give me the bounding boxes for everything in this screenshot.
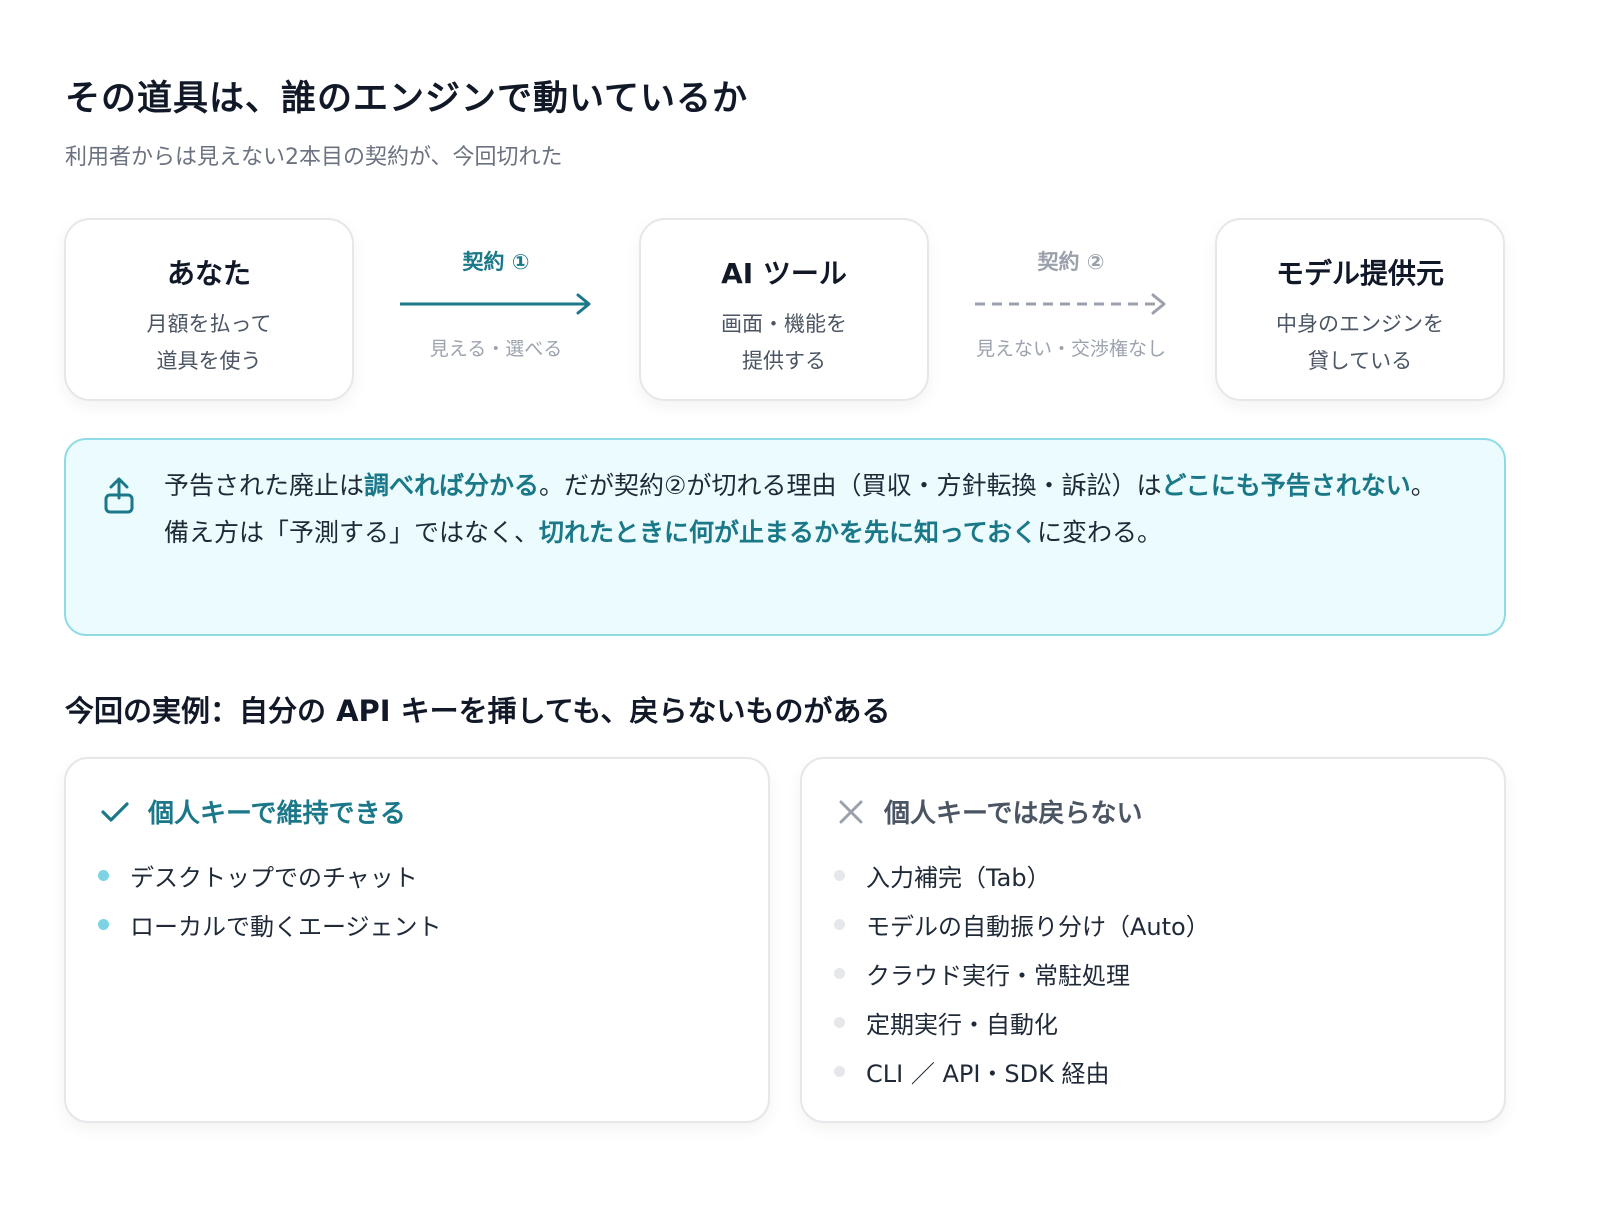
node-desc-line: 中身のエンジンを: [1276, 312, 1444, 336]
list-item: モデルの自動振り分け（Auto）: [834, 900, 1210, 949]
card-title: 個人キーでは戻らない: [884, 799, 1143, 829]
callout-highlight: どこにも予告されない: [1161, 471, 1411, 500]
page-subtitle: 利用者からは見えない2本目の契約が、今回切れた: [65, 145, 563, 170]
bullet-dot: [98, 870, 109, 881]
bullet-dot: [834, 1066, 845, 1077]
node-desc: 月額を払って 道具を使う: [66, 306, 352, 380]
edge-note: 見える・選べる: [429, 338, 563, 360]
node-desc-line: 画面・機能を: [721, 312, 847, 336]
callout-text: 予告された廃止は調べれば分かる。だが契約②が切れる理由（買収・方針転換・訴訟）は…: [164, 462, 1474, 556]
card-not-restored: 個人キーでは戻らない 入力補完（Tab） モデルの自動振り分け（Auto） クラ…: [800, 757, 1506, 1123]
list-item-label: ローカルで動くエージェント: [130, 913, 442, 941]
node-desc-line: 貸している: [1307, 349, 1413, 373]
list-item-label: モデルの自動振り分け（Auto）: [866, 913, 1210, 941]
callout-paragraph-2: 備え方は「予測する」ではなく、切れたときに何が止まるかを先に知っておくに変わる。: [164, 509, 1474, 556]
cross-icon: [839, 800, 863, 823]
list-item-label: 入力補完（Tab）: [866, 864, 1051, 892]
node-desc: 画面・機能を 提供する: [641, 306, 927, 380]
card-title: 個人キーで維持できる: [148, 799, 406, 829]
edge-label: 契約 ②: [1037, 250, 1105, 274]
node-desc-line: 道具を使う: [156, 349, 262, 373]
list-item: デスクトップでのチャット: [98, 851, 442, 900]
list-item: 入力補完（Tab）: [834, 851, 1210, 900]
callout-text-run: 。だが契約②が切れる理由（買収・方針転換・訴訟）は: [539, 471, 1162, 500]
share-upload-icon: [104, 477, 134, 514]
edge-label: 契約 ①: [462, 250, 530, 274]
list-item-label: 定期実行・自動化: [866, 1011, 1058, 1039]
callout-highlight: 調べれば分かる: [364, 471, 540, 500]
section-title: 今回の実例：自分の API キーを挿しても、戻らないものがある: [65, 694, 891, 728]
node-title: AI ツール: [721, 257, 847, 290]
bullet-dot: [834, 1017, 845, 1028]
node-desc-line: 提供する: [742, 349, 826, 373]
page-title: その道具は、誰のエンジンで動いているか: [65, 79, 748, 119]
callout-text-run: 。: [1410, 471, 1436, 500]
callout-text-run: 予告された廃止は: [164, 471, 365, 500]
card-header: 個人キーで維持できる: [100, 793, 406, 830]
list-item: クラウド実行・常駐処理: [834, 949, 1210, 998]
flow-node-model-provider: モデル提供元 中身のエンジンを 貸している: [1215, 218, 1505, 401]
bullet-dot: [834, 870, 845, 881]
flow-node-ai-tool: AI ツール 画面・機能を 提供する: [639, 218, 929, 401]
edge-note: 見えない・交渉権なし: [975, 338, 1166, 360]
bullet-dot: [834, 919, 845, 930]
solid-arrow-icon: [400, 293, 591, 315]
list-item-label: デスクトップでのチャット: [130, 864, 418, 892]
flow-edge-contract-1: 契約 ① 見える・選べる: [381, 246, 611, 361]
callout-highlight: 切れたときに何が止まるかを先に知っておく: [539, 518, 1038, 547]
insight-callout: 予告された廃止は調べれば分かる。だが契約②が切れる理由（買収・方針転換・訴訟）は…: [64, 438, 1506, 636]
card-header: 個人キーでは戻らない: [836, 793, 1142, 830]
flow-edge-contract-2: 契約 ② 見えない・交渉権なし: [956, 246, 1186, 361]
card-maintained: 個人キーで維持できる デスクトップでのチャット ローカルで動くエージェント: [64, 757, 770, 1123]
callout-text-run: 備え方は「予測する」ではなく、: [164, 518, 540, 547]
callout-text-run: に変わる。: [1037, 518, 1163, 547]
list-item: CLI ／ API・SDK 経由: [834, 1047, 1210, 1096]
node-desc: 中身のエンジンを 貸している: [1217, 306, 1503, 380]
dashed-arrow-icon: [975, 293, 1166, 315]
card-list: 入力補完（Tab） モデルの自動振り分け（Auto） クラウド実行・常駐処理 定…: [834, 851, 1210, 1096]
flow-node-user: あなた 月額を払って 道具を使う: [64, 218, 354, 401]
bullet-dot: [834, 968, 845, 979]
node-title: あなた: [166, 257, 251, 290]
node-desc-line: 月額を払って: [146, 312, 272, 336]
card-list: デスクトップでのチャット ローカルで動くエージェント: [98, 851, 442, 949]
node-title: モデル提供元: [1275, 257, 1444, 290]
bullet-dot: [98, 919, 109, 930]
list-item: ローカルで動くエージェント: [98, 900, 442, 949]
list-item-label: CLI ／ API・SDK 経由: [866, 1060, 1110, 1088]
list-item: 定期実行・自動化: [834, 998, 1210, 1047]
list-item-label: クラウド実行・常駐処理: [866, 962, 1130, 990]
check-icon: [101, 801, 129, 822]
callout-paragraph-1: 予告された廃止は調べれば分かる。だが契約②が切れる理由（買収・方針転換・訴訟）は…: [164, 462, 1474, 509]
